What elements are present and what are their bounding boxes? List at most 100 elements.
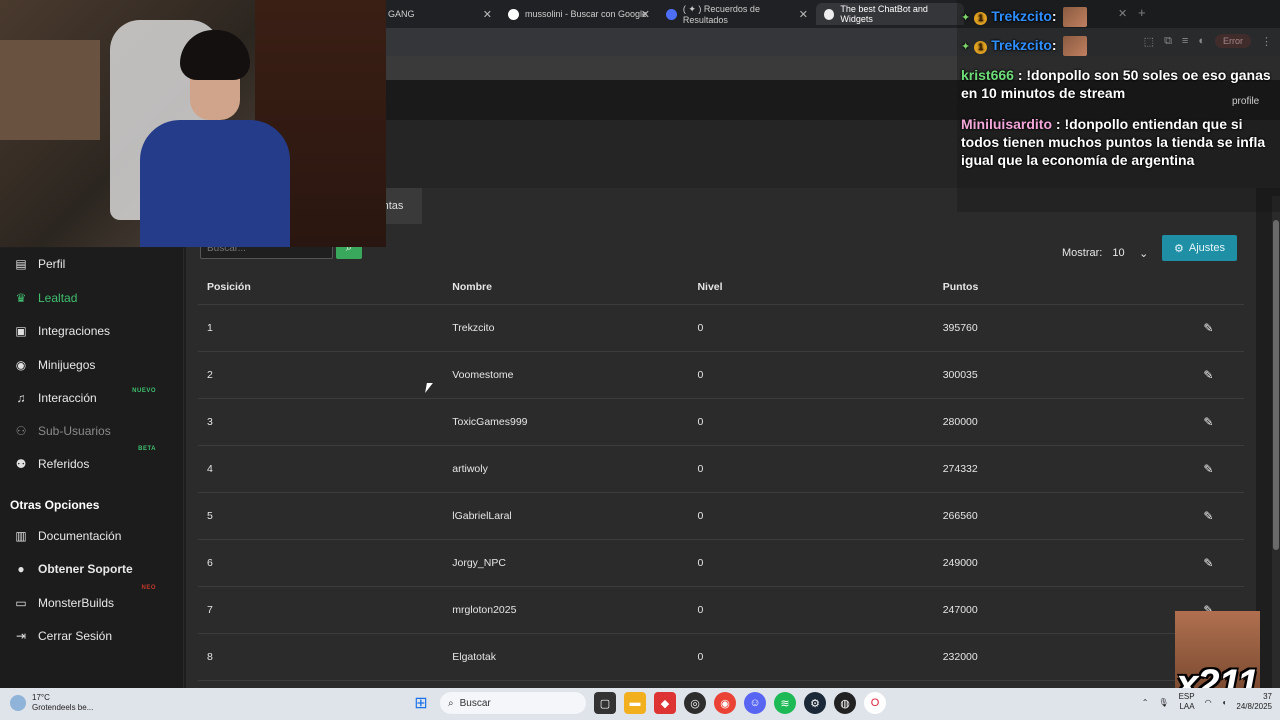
sidebar-item-integraciones[interactable]: ▣ Integraciones — [0, 317, 184, 345]
cell-name: Voomestome — [443, 351, 689, 399]
scrollbar-thumb[interactable] — [1273, 220, 1279, 550]
browser-tab-recuerdos[interactable]: ( ✦ ) Recuerdos de Resultados ✕ — [658, 3, 814, 25]
cell-points: 280000 — [933, 398, 1164, 446]
chat-separator: : — [1051, 37, 1057, 53]
cell-points: 274332 — [933, 445, 1164, 493]
pencil-icon[interactable]: ✎ — [1203, 321, 1213, 335]
emote-icon — [1062, 36, 1087, 57]
cell-level: 0 — [688, 445, 934, 493]
cell-points: 249000 — [933, 539, 1164, 587]
sidebar-item-interaccion[interactable]: ♫ Interacción NUEVO — [0, 384, 184, 412]
wifi-icon[interactable]: ◠ — [1205, 698, 1212, 707]
beta-badge: BETA — [138, 446, 156, 452]
page-size-select[interactable]: 10 ⌄ — [1108, 242, 1152, 264]
cell-points: 300035 — [933, 351, 1164, 399]
cell-name: lGabrielLaral — [443, 492, 689, 540]
coin-icon: 1 — [974, 12, 988, 25]
obs-icon[interactable]: ◍ — [834, 692, 856, 714]
header-puntos[interactable]: Puntos — [933, 270, 1164, 305]
windows-start-icon[interactable]: ⊞ — [410, 692, 432, 714]
header-nivel[interactable]: Nivel — [688, 270, 934, 305]
lang-bottom: LAA — [1179, 702, 1195, 711]
sidebar-item-sub-usuarios[interactable]: ⚇ Sub-Usuarios — [0, 417, 184, 445]
steam-icon[interactable]: ⚙ — [804, 692, 826, 714]
gamepad-icon: ◉ — [15, 358, 27, 372]
browser-tab-google[interactable]: mussolini - Buscar con Google ✕ — [500, 3, 656, 25]
pencil-icon[interactable]: ✎ — [1203, 556, 1213, 570]
pencil-icon[interactable]: ✎ — [1203, 368, 1213, 382]
language-indicator[interactable]: ESP LAA — [1179, 692, 1195, 712]
streamer — [130, 30, 290, 247]
cell-pos: 8 — [198, 633, 444, 681]
browser-tab-chatbot[interactable]: The best ChatBot and Widgets — [816, 3, 964, 25]
sidebar-item-label: Perfil — [38, 257, 66, 271]
chat-username: Trekzcito — [991, 37, 1052, 53]
webcam-overlay — [0, 0, 386, 247]
volume-icon[interactable]: ◖ — [1222, 698, 1227, 707]
cell-name: mrgloton2025 — [443, 586, 689, 634]
shelf — [0, 40, 100, 140]
cell-pos: 4 — [198, 445, 444, 493]
coin-icon: 1 — [974, 41, 988, 54]
xbox-icon[interactable]: ◎ — [684, 692, 706, 714]
music-icon: ♫ — [16, 391, 26, 405]
google-icon — [508, 8, 519, 20]
chrome-icon[interactable]: ◉ — [714, 692, 736, 714]
sidebar-item-soporte[interactable]: ● Obtener Soporte — [0, 555, 184, 583]
clock[interactable]: 37 24/8/2025 — [1236, 692, 1272, 712]
users-icon: ⚇ — [15, 424, 27, 438]
mic-icon[interactable]: 🎙 — [1158, 698, 1168, 707]
page-size-value: 10 — [1112, 247, 1125, 259]
ajustes-button[interactable]: ⚙ Ajustes — [1162, 235, 1237, 261]
pencil-icon[interactable]: ✎ — [1203, 509, 1213, 523]
folder-icon[interactable]: ▬ — [624, 692, 646, 714]
header-nombre[interactable]: Nombre — [443, 270, 689, 305]
chat-username: Trekzcito — [991, 8, 1052, 24]
header-posicion[interactable]: Posición — [198, 270, 444, 305]
cell-edit: ✎ — [1163, 492, 1244, 540]
app-icon[interactable]: ◆ — [654, 692, 676, 714]
table-row: 4 artiwoly 0 274332 ✎ — [198, 445, 1244, 493]
table-row: 5 lGabrielLaral 0 266560 ✎ — [198, 492, 1244, 540]
close-icon[interactable]: ✕ — [641, 8, 650, 21]
sidebar-item-label: Lealtad — [38, 291, 78, 305]
task-view-icon[interactable]: ▢ — [594, 692, 616, 714]
windows-taskbar: 17°C Grotendeels be... ⊞ ⌕ Buscar ▢ ▬ ◆ … — [0, 688, 1280, 720]
close-icon[interactable]: ✕ — [799, 8, 808, 21]
pencil-icon[interactable]: ✎ — [1203, 415, 1213, 429]
table-row: 1 Trekzcito 0 395760 ✎ — [198, 304, 1244, 352]
referrals-icon: ⚉ — [15, 457, 27, 471]
weather-widget[interactable]: 17°C Grotendeels be... — [10, 693, 93, 713]
cell-edit: ✎ — [1163, 304, 1244, 352]
close-icon[interactable]: ✕ — [483, 8, 492, 21]
search-icon: ⌕ — [448, 697, 454, 709]
ranking-table: Posición Nombre Nivel Puntos 1 Trekzcito 0… — [198, 270, 1244, 681]
sidebar-item-lealtad[interactable]: ♛ Lealtad — [0, 284, 184, 312]
chat-username: Miniluisardito — [961, 116, 1052, 132]
profile-label[interactable]: profile — [1232, 96, 1259, 107]
sidebar-item-perfil[interactable]: ▤ Perfil — [0, 250, 184, 278]
weather-desc: Grotendeels be... — [32, 703, 94, 712]
sidebar-item-label: Sub-Usuarios — [38, 424, 111, 438]
browser-tab-gang[interactable]: GANG ✕ — [380, 3, 498, 25]
opera-icon[interactable]: O — [864, 692, 886, 714]
chat-message: Miniluisardito : !donpollo entiendan que… — [961, 115, 1279, 169]
sidebar-item-minijuegos[interactable]: ◉ Minijuegos — [0, 351, 184, 379]
spotify-icon[interactable]: ≋ — [774, 692, 796, 714]
chat-message: ✦ 1 Trekzcito: — [961, 36, 1087, 57]
sidebar-item-monsterbuilds[interactable]: ▭ MonsterBuilds NEO — [0, 585, 184, 617]
sidebar-item-label: Interacción — [38, 391, 97, 405]
cell-points: 232000 — [933, 633, 1164, 681]
discord-icon[interactable]: ☺ — [744, 692, 766, 714]
chevron-up-icon[interactable]: ⌃ — [1142, 698, 1149, 707]
sidebar-item-documentacion[interactable]: ▥ Documentación — [0, 522, 184, 550]
cell-points: 247000 — [933, 586, 1164, 634]
sidebar-item-cerrar-sesion[interactable]: ⇥ Cerrar Sesión — [0, 622, 184, 650]
clock-time: 37 — [1263, 692, 1272, 701]
weather-icon — [10, 695, 26, 711]
chevron-down-icon: ⌄ — [1139, 247, 1149, 260]
chat-separator: : — [1051, 8, 1057, 24]
sidebar-item-referidos[interactable]: ⚉ Referidos BETA — [0, 446, 184, 478]
pencil-icon[interactable]: ✎ — [1203, 462, 1213, 476]
taskbar-search[interactable]: ⌕ Buscar — [440, 692, 586, 714]
